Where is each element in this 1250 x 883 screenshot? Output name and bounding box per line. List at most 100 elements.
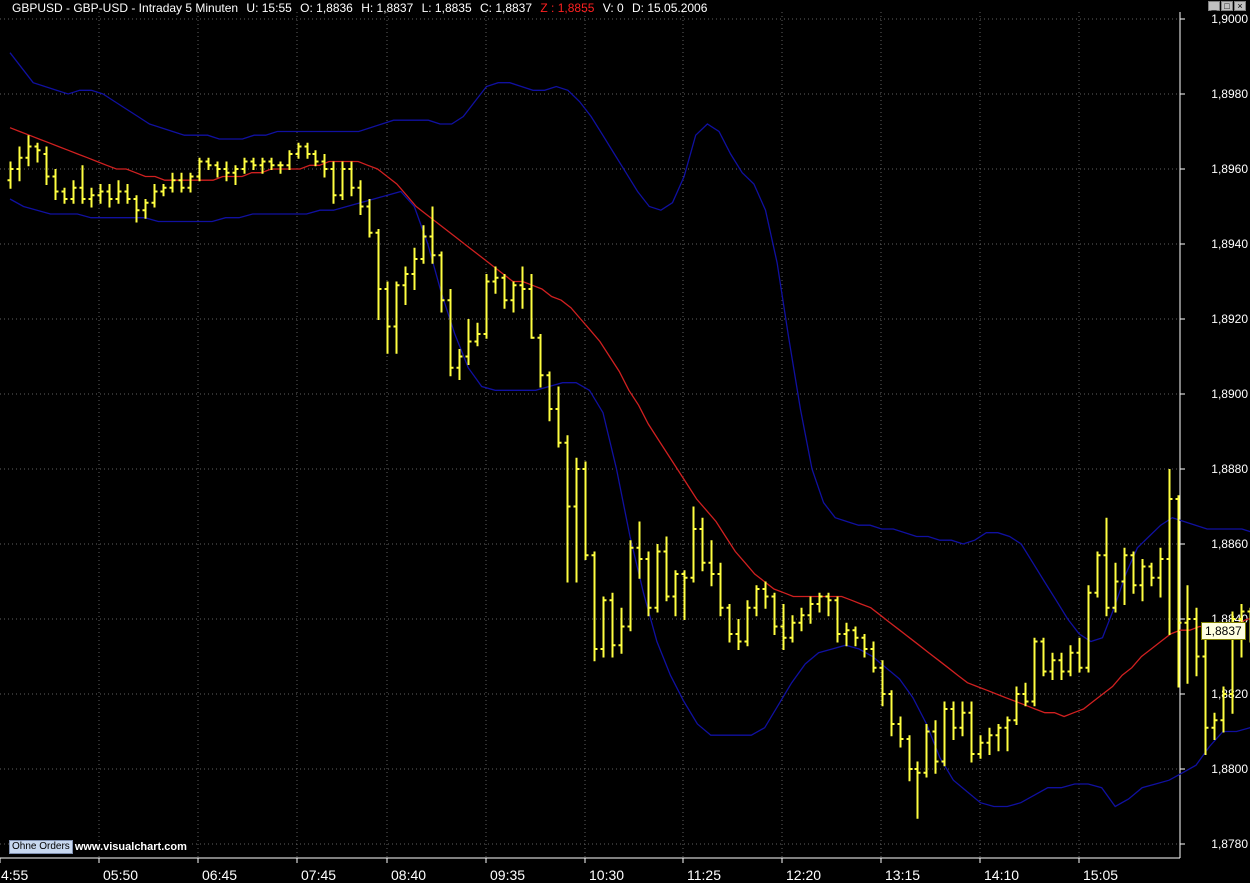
ohlc-bar (645, 551, 652, 617)
ohlc-bar (483, 274, 490, 339)
ohlc-bar (1085, 585, 1092, 673)
ohlc-bar (672, 570, 679, 617)
ohlc-bar (474, 322, 481, 347)
x-tick-label: 11:25 (687, 867, 721, 883)
ohlc-bar (950, 701, 957, 740)
ohlc-bar (34, 142, 41, 163)
ohlc-bar (402, 266, 409, 305)
ohlc-bar (870, 641, 877, 673)
ohlc-bar (205, 157, 212, 170)
ohlc-bar (708, 540, 715, 587)
ohlc-bar (501, 274, 508, 309)
ohlc-bar (744, 600, 751, 647)
ohlc-bar (1139, 559, 1146, 602)
ohlc-bar (1094, 551, 1101, 598)
ohlc-bar (627, 540, 634, 632)
ohlc-bar (1121, 547, 1128, 605)
y-tick-label: 1,8960 (1211, 162, 1248, 176)
ohlc-bar (852, 626, 859, 647)
last-price-label: 1,8837 (1201, 622, 1246, 640)
ohlc-bar (97, 184, 104, 204)
ohlc-bar (582, 461, 589, 560)
ohlc-bar (762, 581, 769, 609)
ohlc-bar (1049, 652, 1056, 680)
x-tick-label: 06:45 (202, 867, 237, 883)
ohlc-bar (250, 157, 257, 170)
price-chart: 1,9000 1,8980 1,8960 1,8940 1,8920 1,8900 1,88… (0, 12, 1250, 883)
ohlc-bar (1040, 637, 1047, 677)
ohlc-bar (807, 596, 814, 624)
y-tick-label: 1,8940 (1211, 237, 1248, 251)
ohlc-bar (196, 157, 203, 182)
ohlc-bar (663, 536, 670, 602)
ohlc-bar (1076, 637, 1083, 673)
ohlc-bar (654, 544, 661, 613)
ohlc-bar (717, 562, 724, 617)
ohlc-bar (959, 701, 966, 737)
ohlc-bar (16, 146, 23, 182)
ohlc-bar (142, 199, 149, 219)
ohlc-bar (1175, 495, 1182, 688)
x-tick-label: 12:20 (786, 867, 821, 883)
ohlc-bar (861, 634, 868, 658)
ohlc-bar (690, 506, 697, 583)
x-tick-label: 15:05 (1083, 867, 1118, 883)
y-tick-label: 1,8980 (1211, 87, 1248, 101)
ohlc-bar (7, 161, 14, 189)
ohlc-bar (591, 551, 598, 662)
ohlc-bar (681, 570, 688, 620)
ohlc-bar (977, 735, 984, 759)
ohlc-bar (465, 319, 472, 365)
ohlc-bar (357, 180, 364, 215)
ohlc-bar (384, 281, 391, 354)
ohlc-bar (438, 251, 445, 313)
y-tick-label: 1,8920 (1211, 312, 1248, 326)
ohlc-bar (888, 690, 895, 737)
ohlc-bar (546, 371, 553, 422)
lower-band-line (9, 190, 1250, 808)
ohlc-bar (618, 607, 625, 654)
ohlc-bar (52, 169, 59, 200)
ohlc-bar (115, 180, 122, 204)
ohlc-bar (1148, 562, 1155, 587)
x-tick-label: 07:45 (301, 867, 336, 883)
ohlc-bar (411, 247, 418, 290)
ohlc-bar (519, 266, 526, 309)
ohlc-bar (1103, 517, 1110, 617)
ohlc-bar (600, 596, 607, 658)
ohlc-bar (609, 592, 616, 658)
ohlc-bar (79, 165, 86, 204)
ohlc-bar (771, 592, 778, 635)
ohlc-bar (906, 735, 913, 782)
ohlc-bar (1184, 585, 1191, 684)
ohlc-bar (1013, 686, 1020, 725)
ohlc-bar (25, 135, 32, 167)
ohlc-bar (1202, 626, 1209, 755)
ohlc-bar (214, 161, 221, 178)
ohlc-bar (1112, 562, 1119, 613)
ohlc-bar (1058, 652, 1065, 680)
ohlc-bar (61, 187, 68, 204)
site-link[interactable]: www.visualchart.com (72, 841, 189, 853)
x-tick-label: 13:15 (885, 867, 920, 883)
ohlc-bar (1166, 469, 1173, 635)
ohlc-bar (312, 150, 319, 167)
y-tick-label: 1,8800 (1211, 762, 1248, 776)
watermark-badge: Ohne Orders www.visualchart.com (9, 840, 189, 854)
ohlc-bar (843, 622, 850, 647)
ohlc-bar (304, 142, 311, 159)
x-tick-label: 08:40 (391, 867, 426, 883)
ohlc-bar (1067, 645, 1074, 677)
ohlc-bar (339, 161, 346, 200)
ohlc-bar (43, 146, 50, 185)
ohlc-bar (1130, 551, 1137, 594)
ohlc-bar (914, 761, 921, 819)
ohlc-bar (88, 187, 95, 208)
x-tick-label: 09:35 (490, 867, 525, 883)
orders-toggle[interactable]: Ohne Orders (9, 840, 73, 854)
ohlc-bar (932, 720, 939, 774)
ohlc-bar (941, 701, 948, 767)
ohlc-bar (241, 157, 248, 174)
ohlc-bar (160, 184, 167, 197)
ohlc-bar (986, 727, 993, 755)
